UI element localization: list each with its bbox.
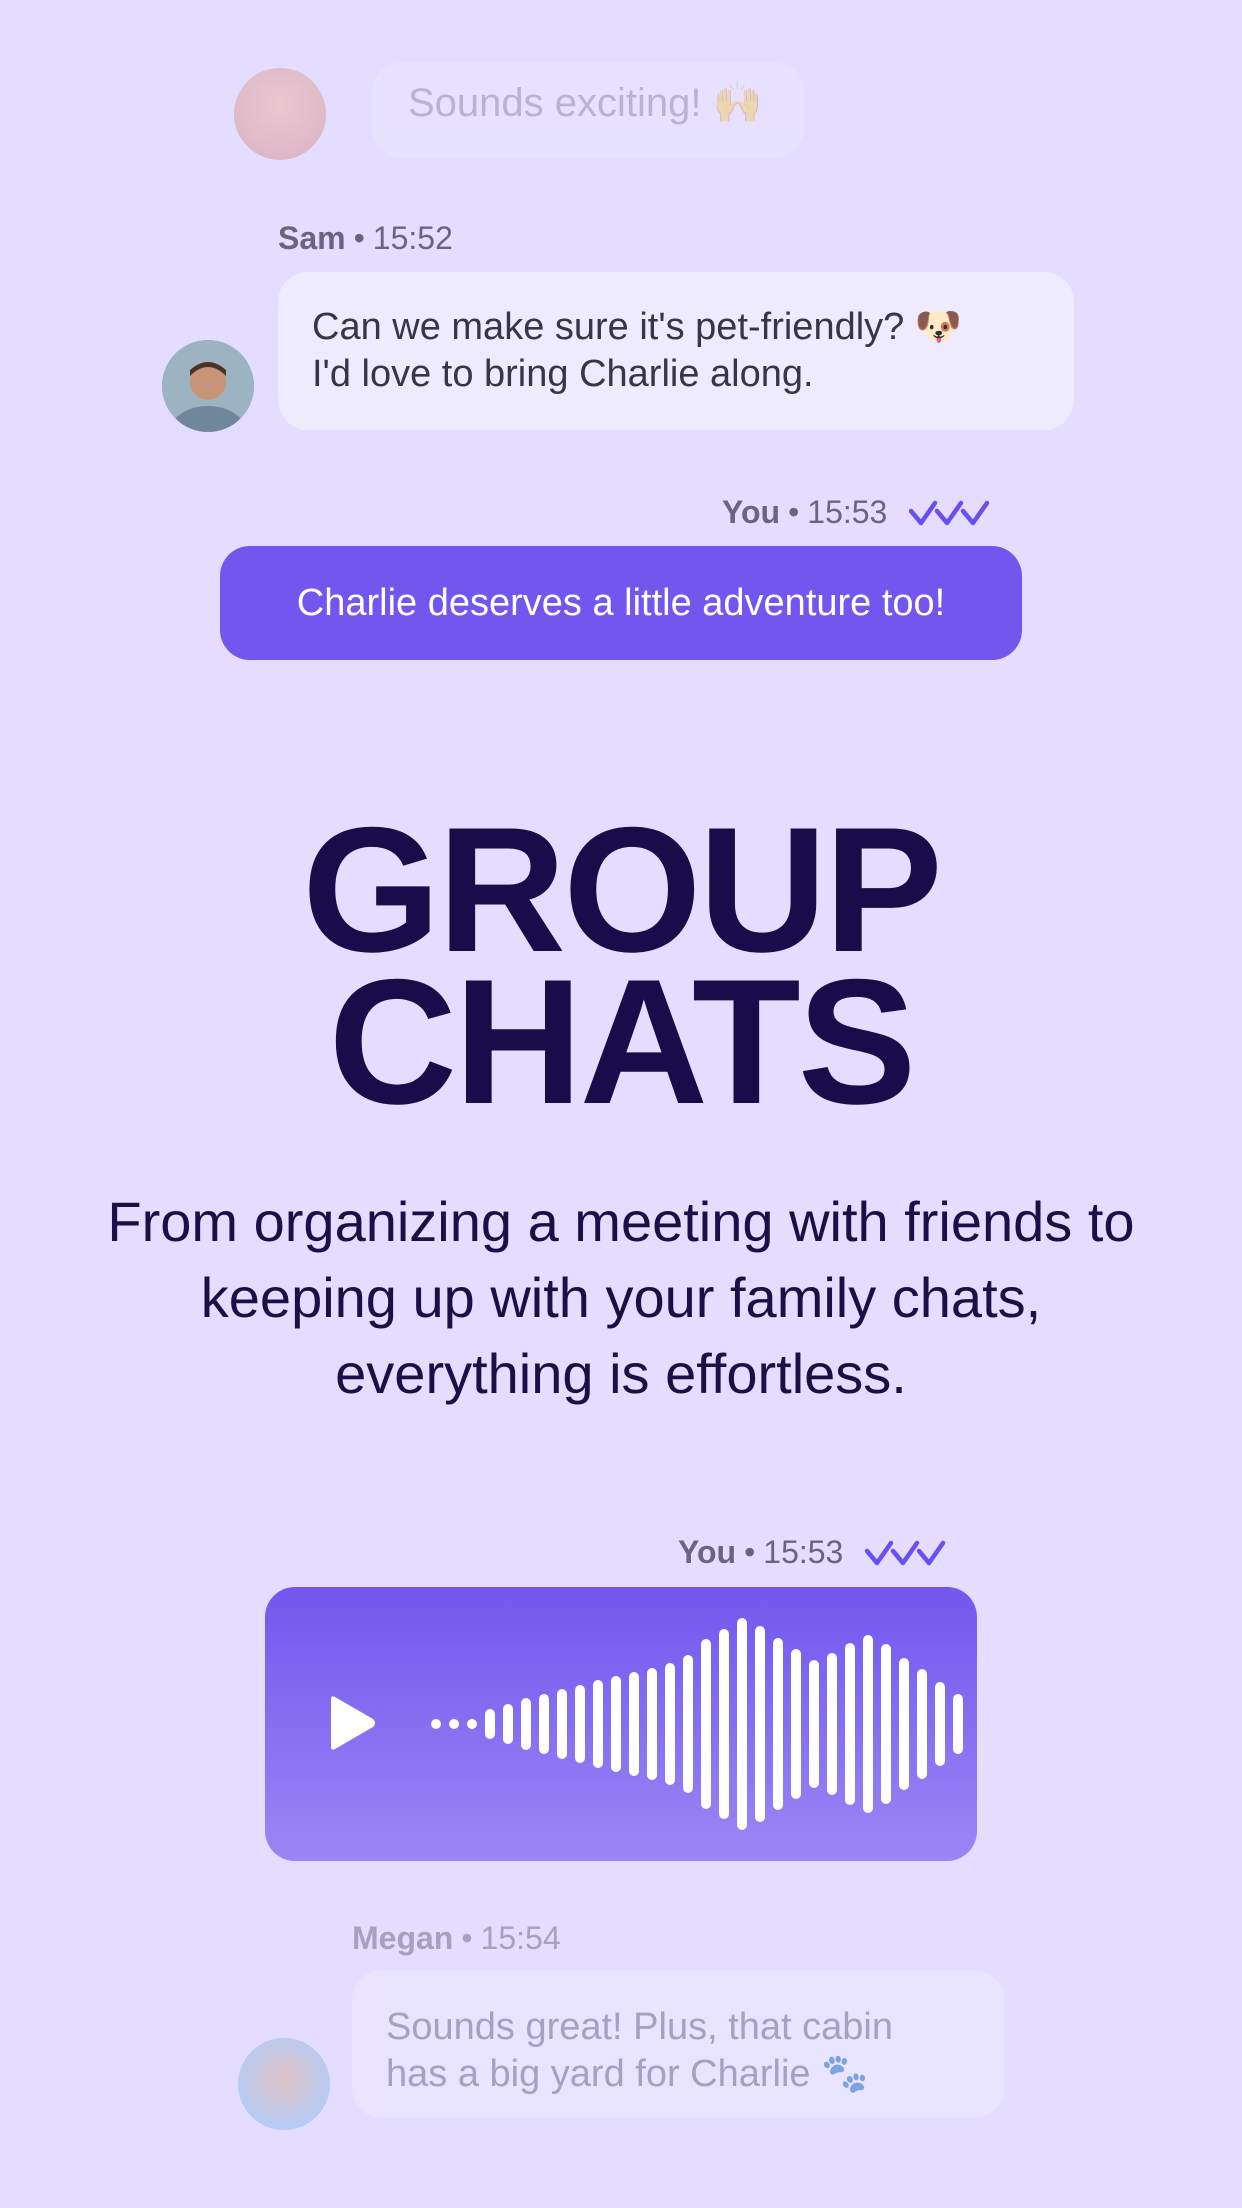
waveform[interactable] [431,1607,971,1841]
message-time: 15:53 [807,494,888,530]
sender-name: You [678,1534,737,1570]
avatar-top [234,68,326,160]
waveform-bar [899,1658,909,1790]
read-receipt-icon [865,1539,947,1567]
waveform-bar [647,1668,657,1780]
message-line: Can we make sure it's pet-friendly? 🐶 [312,306,963,348]
waveform-bar [449,1719,459,1729]
waveform-bar [485,1709,495,1739]
message-time: 15:53 [763,1534,844,1570]
waveform-bar [503,1704,513,1744]
waveform-bar [665,1663,675,1785]
waveform-bar [953,1694,963,1754]
message-line: Sounds great! Plus, that cabin [386,2006,893,2048]
message-bubble-sam: Can we make sure it's pet-friendly? 🐶 I'… [278,272,1074,430]
message-meta-megan: Megan • 15:54 [352,1920,561,1957]
message-meta-you-voice: You • 15:53 [678,1534,947,1571]
message-bubble-top: Sounds exciting! 🙌 [372,62,804,158]
waveform-bar [737,1618,747,1830]
message-time: 15:54 [480,1920,561,1956]
meta-separator: • [744,1534,756,1570]
message-line: has a big yard for Charlie 🐾 [386,2053,869,2095]
waveform-bar [557,1689,567,1759]
title-line: CHATS [328,942,917,1141]
sender-name: You [722,494,781,530]
waveform-bar [755,1626,765,1822]
read-receipt-icon [909,499,991,527]
sender-name: Megan [352,1920,454,1956]
waveform-bar [845,1643,855,1805]
waveform-bar [593,1680,603,1768]
page-subtitle: From organizing a meeting with friends t… [107,1190,1135,1405]
waveform-bar [629,1672,639,1776]
waveform-bar [539,1694,549,1754]
message-meta-you: You • 15:53 [722,494,991,531]
sender-name: Sam [278,220,346,256]
waveform-bar [467,1719,477,1729]
waveform-bar [683,1655,693,1793]
waveform-bar [917,1669,927,1779]
meta-separator: • [788,494,800,530]
page-title: GROUP CHATS [0,801,1242,1141]
play-button[interactable] [321,1693,381,1753]
waveform-bar [881,1644,891,1804]
waveform-bar [719,1629,729,1819]
message-meta-sam: Sam • 15:52 [278,220,453,257]
meta-separator: • [461,1920,473,1956]
waveform-bar [431,1719,441,1729]
message-bubble-you: Charlie deserves a little adventure too! [220,546,1022,660]
waveform-bar [575,1685,585,1763]
waveform-bar [935,1682,945,1766]
waveform-bar [791,1649,801,1799]
avatar-megan [238,2038,330,2130]
waveform-bar [863,1635,873,1813]
voice-message-bubble [265,1587,977,1861]
message-text: Sounds exciting! 🙌 [408,81,763,125]
avatar-sam [162,340,254,432]
message-text: Charlie deserves a little adventure too! [296,581,946,624]
message-bubble-megan: Sounds great! Plus, that cabin has a big… [352,1970,1004,2118]
meta-separator: • [353,220,365,256]
message-time: 15:52 [372,220,453,256]
waveform-bar [827,1653,837,1795]
message-line: I'd love to bring Charlie along. [312,353,814,395]
waveform-bar [701,1639,711,1809]
waveform-bar [611,1676,621,1772]
waveform-bar [773,1638,783,1810]
waveform-bar [809,1660,819,1788]
waveform-bar [521,1698,531,1750]
play-icon [331,1696,375,1750]
